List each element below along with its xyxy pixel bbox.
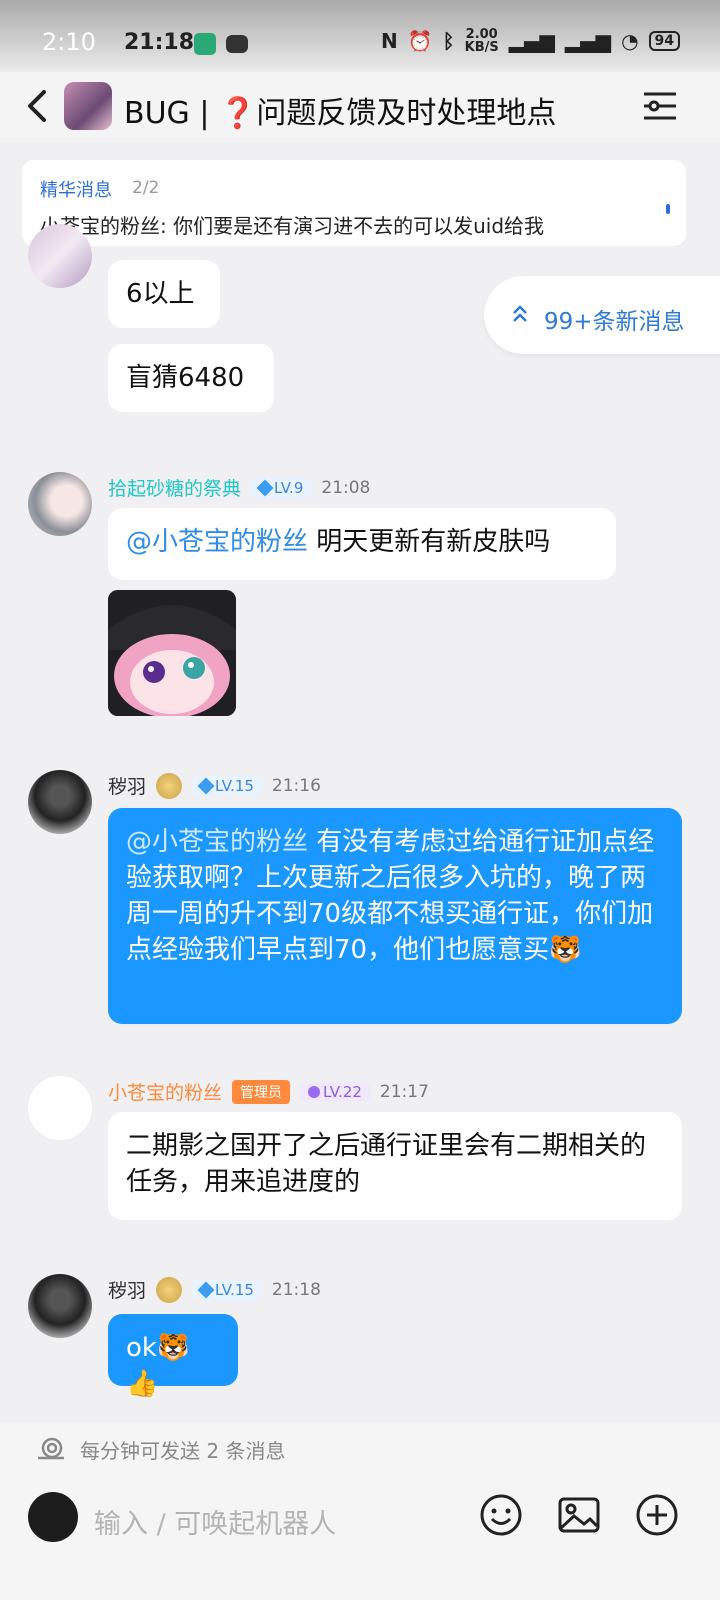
level-badge: LV.15 <box>192 1279 262 1300</box>
message-time: 21:18 <box>271 1279 321 1300</box>
input-bar: 输入 / 可唤起机器人 <box>0 1474 720 1600</box>
message-input[interactable]: 输入 / 可唤起机器人 <box>94 1502 336 1541</box>
level-badge: LV.15 <box>192 775 262 796</box>
diamond-icon <box>197 1281 215 1298</box>
nfc-icon: N <box>381 29 398 53</box>
avatar[interactable] <box>28 224 92 288</box>
level-badge: LV.22 <box>300 1081 370 1102</box>
gem-icon <box>308 1085 321 1098</box>
admin-badge: 管理员 <box>232 1079 291 1104</box>
status-bar: 2:10 21:18 N ⏰ ᛒ 2.00 KB/S ▂▄▆ ▂▄▆ ◔ 94 <box>0 0 720 82</box>
message-text: ok🐯👍 <box>126 1333 190 1399</box>
mention-link[interactable]: @小苍宝的粉丝 <box>126 527 308 557</box>
pinned-label: 精华消息 <box>40 180 112 201</box>
my-avatar[interactable] <box>28 1492 78 1542</box>
double-chevron-up-icon <box>513 305 527 322</box>
status-time-left: 2:10 <box>42 28 96 56</box>
message-bubble[interactable]: 二期影之国开了之后通行证里会有二期相关的任务，用来追进度的 <box>108 1112 682 1220</box>
level-badge: LV.9 <box>251 477 312 498</box>
menu-icon[interactable] <box>640 88 680 124</box>
emoji-icon[interactable] <box>478 1492 524 1538</box>
avatar[interactable] <box>28 1076 92 1140</box>
message-meta: 秽羽 LV.15 21:18 <box>108 1276 321 1303</box>
alarm-icon: ⏰ <box>407 29 433 53</box>
live-app-icon <box>194 33 216 55</box>
signal2-icon: ▂▄▆ <box>564 29 612 53</box>
medal-icon <box>156 772 183 799</box>
message-bubble[interactable]: ok🐯👍 <box>108 1314 238 1399</box>
message-meta: 拾起砂糖的祭典 LV.9 21:08 <box>108 474 370 501</box>
message-time: 21:17 <box>379 1081 429 1102</box>
message-time: 21:08 <box>321 477 371 498</box>
message-bubble[interactable]: @小苍宝的粉丝 有没有考虑过给通行证加点经验获取啊？上次更新之后很多入坑的，晚了… <box>108 808 682 1024</box>
message-meta: 秽羽 LV.15 21:16 <box>108 772 321 799</box>
rate-limit-notice: 每分钟可发送 2 条消息 <box>0 1422 720 1474</box>
message-text: 6以上 <box>126 279 195 309</box>
avatar[interactable] <box>28 770 92 834</box>
image-icon[interactable] <box>556 1492 602 1538</box>
message-bubble[interactable]: 6以上 <box>108 260 220 328</box>
rate-limit-text: 每分钟可发送 2 条消息 <box>80 1439 286 1463</box>
status-time: 21:18 <box>124 30 195 55</box>
avatar[interactable] <box>28 1274 92 1338</box>
mention-link[interactable]: @小苍宝的粉丝 <box>126 827 308 857</box>
battery-icon: 94 <box>648 31 680 51</box>
bluetooth-icon: ᛒ <box>442 29 455 53</box>
wifi-icon: ◔ <box>621 29 639 53</box>
message-time: 21:16 <box>271 775 321 796</box>
sender-name[interactable]: 拾起砂糖的祭典 <box>108 474 241 501</box>
network-speed: 2.00 KB/S <box>464 27 499 55</box>
message-bubble[interactable]: @小苍宝的粉丝 明天更新有新皮肤吗 <box>108 508 616 580</box>
anime-sticker-icon <box>108 590 236 716</box>
snail-icon <box>38 1437 64 1460</box>
pinned-message-bar[interactable]: 精华消息 2/2 小苍宝的粉丝: 你们要是还有演习进不去的可以发uid给我 <box>22 160 686 246</box>
game-app-icon <box>226 35 248 53</box>
medal-icon <box>156 1276 183 1303</box>
status-icons: N ⏰ ᛒ 2.00 KB/S ▂▄▆ ▂▄▆ ◔ 94 <box>381 28 680 54</box>
new-messages-button[interactable]: 99+条新消息 <box>484 276 720 354</box>
pinned-text: 小苍宝的粉丝: 你们要是还有演习进不去的可以发uid给我 <box>40 214 545 238</box>
message-bubble[interactable]: 盲猜6480 <box>108 344 274 412</box>
new-messages-label: 99+条新消息 <box>544 309 685 335</box>
sender-name[interactable]: 秽羽 <box>108 1276 146 1303</box>
back-arrow-icon[interactable] <box>18 84 62 128</box>
message-text: 二期影之国开了之后通行证里会有二期相关的任务，用来追进度的 <box>126 1131 647 1197</box>
signal-icon: ▂▄▆ <box>508 29 555 53</box>
message-meta: 小苍宝的粉丝 管理员 LV.22 21:17 <box>108 1078 429 1105</box>
sender-name[interactable]: 小苍宝的粉丝 <box>108 1078 222 1105</box>
sticker-image[interactable] <box>108 590 236 716</box>
message-text: 明天更新有新皮肤吗 <box>308 527 551 557</box>
group-avatar[interactable] <box>64 82 112 130</box>
chat-header: BUG | ❓问题反馈及时处理地点 <box>0 72 720 142</box>
pinned-count: 2/2 <box>132 178 160 198</box>
message-text: 盲猜6480 <box>126 363 245 393</box>
diamond-icon <box>197 777 215 794</box>
sender-name[interactable]: 秽羽 <box>108 772 146 799</box>
avatar[interactable] <box>28 472 92 536</box>
diamond-icon <box>256 479 274 496</box>
group-title: BUG | ❓问题反馈及时处理地点 <box>124 96 557 131</box>
pinned-scroll-indicator <box>666 204 670 214</box>
add-icon[interactable] <box>634 1492 680 1538</box>
